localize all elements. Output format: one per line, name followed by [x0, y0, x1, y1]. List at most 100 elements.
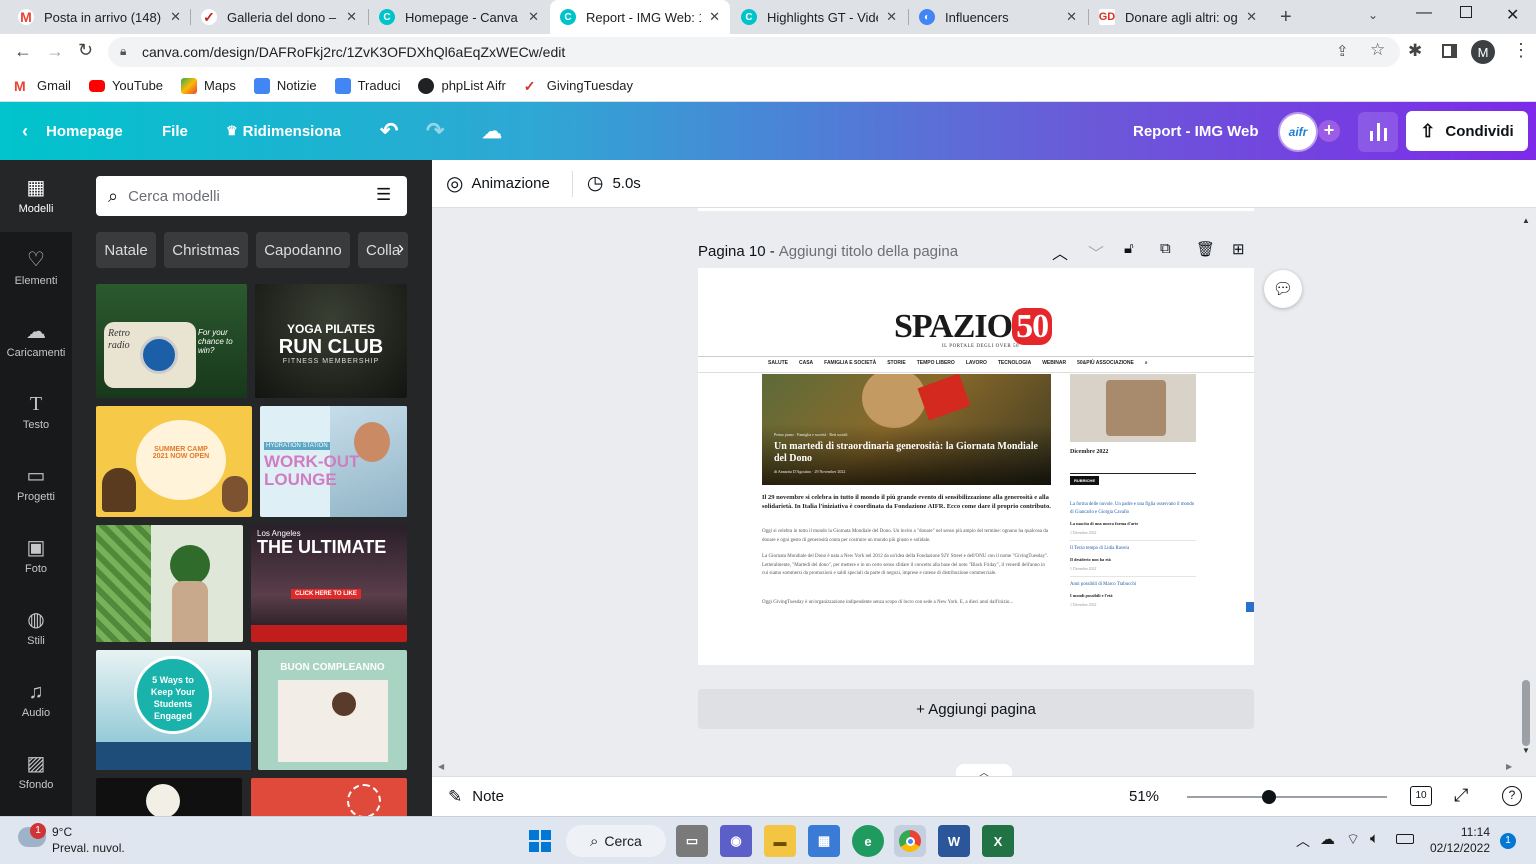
bookmark-phplist[interactable]: phpList Aifr	[418, 77, 506, 94]
reload-icon[interactable]: ↻	[78, 40, 93, 61]
share-page-icon[interactable]: ⇪	[1336, 42, 1349, 60]
template-buon-compleanno[interactable]: BUON COMPLEANNO	[258, 650, 407, 770]
tab-gmail[interactable]: M Posta in arrivo (148) - ✕	[8, 0, 191, 34]
bookmark-gmail[interactable]: M Gmail	[14, 77, 71, 94]
rail-uploads[interactable]: ☁ Caricamenti	[0, 304, 72, 376]
url-field[interactable]: 🔒︎ canva.com/design/DAFRoFkj2rc/1ZvK3OFD…	[108, 37, 1400, 67]
template-fireworks[interactable]	[251, 778, 407, 816]
design-page[interactable]: SPAZIO 50 IL PORTALE DEGLI OVER 50 SALUTE…	[698, 268, 1254, 665]
cloud-saved-icon[interactable]: ☁	[482, 102, 502, 160]
template-5-ways[interactable]: 5 Ways to Keep Your Students Engaged	[96, 650, 251, 770]
rail-photos[interactable]: ▣ Foto	[0, 520, 72, 592]
template-summer-camp[interactable]: SUMMER CAMP 2021 NOW OPEN	[96, 406, 252, 517]
share-button[interactable]: ⇧ Condividi	[1406, 111, 1528, 151]
store-icon[interactable]: ▦	[808, 825, 840, 857]
clock-date[interactable]: 02/12/2022	[1420, 841, 1490, 855]
close-icon[interactable]: ✕	[1066, 9, 1077, 25]
chevron-right-icon[interactable]: ›	[398, 238, 404, 259]
resize-button[interactable]: ♛ Ridimensiona	[226, 102, 341, 160]
file-menu-button[interactable]: File	[162, 102, 188, 160]
teams-chat-icon[interactable]: ◉	[720, 825, 752, 857]
tab-influencers[interactable]: ◐ Influencers ✕	[909, 0, 1087, 34]
scroll-right-arrow[interactable]: ▶	[1506, 762, 1512, 771]
edge-icon[interactable]: e	[852, 825, 884, 857]
template-flower[interactable]	[96, 778, 242, 816]
add-comment-icon[interactable]: 💬︎	[1264, 270, 1302, 308]
close-icon[interactable]: ✕	[346, 9, 357, 25]
extensions-icon[interactable]: ✱	[1408, 41, 1422, 61]
tab-donare[interactable]: GD Donare agli altri: oggi ✕	[1089, 0, 1267, 34]
fullscreen-icon[interactable]: ⤢	[1454, 785, 1468, 806]
add-page-icon[interactable]: ⊞	[1232, 240, 1245, 258]
template-the-ultimate[interactable]: Los Angeles THE ULTIMATE CLICK HERE TO L…	[251, 525, 407, 642]
bookmark-givingtuesday[interactable]: ✓ GivingTuesday	[523, 77, 633, 94]
template-workout-lounge[interactable]: HYDRATION STATION WORK-OUT LOUNGE	[260, 406, 407, 517]
rail-background[interactable]: ▨ Sfondo	[0, 736, 72, 808]
show-pages-toggle[interactable]: ︿	[956, 764, 1012, 779]
chevron-down-icon[interactable]: ﹀	[1088, 240, 1104, 264]
rail-projects[interactable]: ▭ Progetti	[0, 448, 72, 520]
onedrive-icon[interactable]: ☁	[1320, 830, 1335, 848]
template-greens[interactable]	[96, 525, 243, 642]
show-hidden-icons[interactable]: ︿	[1296, 831, 1310, 851]
add-collaborator-icon[interactable]: +	[1318, 120, 1340, 142]
tab-homepage-canva[interactable]: C Homepage - Canva ✕	[369, 0, 549, 34]
new-tab-icon[interactable]: +	[1280, 6, 1292, 29]
notes-button[interactable]: Note	[472, 788, 504, 805]
duplicate-page-icon[interactable]: ⧉	[1160, 240, 1171, 257]
wifi-icon[interactable]: ⌔	[1346, 830, 1360, 849]
notifications-badge[interactable]: 1	[1500, 833, 1516, 849]
team-avatar[interactable]: aifr	[1278, 112, 1318, 152]
close-icon[interactable]: ✕	[709, 9, 720, 25]
chip-capodanno[interactable]: Capodanno	[256, 232, 350, 268]
battery-icon[interactable]	[1396, 834, 1414, 844]
close-icon[interactable]: ✕	[1246, 9, 1257, 25]
back-icon[interactable]: ←	[14, 41, 32, 62]
help-icon[interactable]: ?	[1502, 786, 1522, 806]
tab-report-active[interactable]: C Report - IMG Web: 11 ✕	[550, 0, 730, 34]
rail-styles[interactable]: ◍ Stili	[0, 592, 72, 664]
scroll-left-arrow[interactable]: ◀	[438, 762, 444, 771]
profile-avatar[interactable]: M	[1471, 40, 1495, 64]
chrome-active-icon[interactable]	[894, 825, 926, 857]
maximize-icon[interactable]	[1460, 6, 1472, 18]
volume-icon[interactable]: 🔈︎	[1370, 830, 1379, 847]
task-view-icon[interactable]: ▭	[676, 825, 708, 857]
undo-icon[interactable]: ↶	[380, 102, 398, 160]
close-icon[interactable]: ✕	[528, 9, 539, 25]
zoom-slider[interactable]	[1187, 790, 1387, 804]
bookmark-star-icon[interactable]: ☆	[1370, 40, 1385, 60]
lock-page-icon[interactable]: 🔓︎	[1124, 240, 1134, 257]
tab-search-icon[interactable]: ⌄	[1368, 8, 1378, 22]
scroll-down-arrow[interactable]: ▼	[1522, 746, 1530, 755]
word-icon[interactable]: W	[938, 825, 970, 857]
add-page-button[interactable]: + Aggiungi pagina	[698, 689, 1254, 729]
taskbar-search[interactable]: ⌕ Cerca	[566, 825, 666, 857]
design-title[interactable]: Report - IMG Web	[1133, 102, 1259, 160]
animation-button[interactable]: Animazione	[471, 175, 549, 192]
side-panel-icon[interactable]	[1442, 44, 1457, 58]
page-title-input[interactable]: Aggiungi titolo della pagina	[779, 243, 958, 260]
clock-time[interactable]: 11:14	[1440, 825, 1490, 839]
tab-galleria[interactable]: ✓ Galleria del dono – Gi ✕	[191, 0, 367, 34]
bookmark-youtube[interactable]: YouTube	[88, 78, 163, 93]
bookmark-maps[interactable]: Maps	[181, 77, 236, 94]
zoom-percent[interactable]: 51%	[1129, 788, 1159, 805]
home-button[interactable]: ‹ Homepage	[22, 102, 123, 160]
minimize-icon[interactable]: —	[1416, 4, 1432, 22]
rail-audio[interactable]: ♫ Audio	[0, 664, 72, 736]
redo-icon[interactable]: ↷	[426, 102, 444, 160]
rail-templates[interactable]: ▦ Modelli	[0, 160, 72, 232]
file-explorer-icon[interactable]: ▬	[764, 825, 796, 857]
weather-temp[interactable]: 9°C	[52, 825, 72, 839]
chip-natale[interactable]: Natale	[96, 232, 156, 268]
rail-elements[interactable]: ♡ Elementi	[0, 232, 72, 304]
bookmark-notizie[interactable]: Notizie	[253, 77, 317, 94]
chip-christmas[interactable]: Christmas	[164, 232, 248, 268]
page-grid-view-icon[interactable]: 10	[1410, 786, 1432, 806]
excel-icon[interactable]: X	[982, 825, 1014, 857]
template-yoga-run-club[interactable]: YOGA PILATES RUN CLUB FITNESS MEMBERSHIP	[255, 284, 407, 398]
close-icon[interactable]: ✕	[170, 9, 181, 25]
close-window-icon[interactable]: ✕	[1506, 5, 1519, 25]
zoom-slider-handle[interactable]	[1262, 790, 1276, 804]
